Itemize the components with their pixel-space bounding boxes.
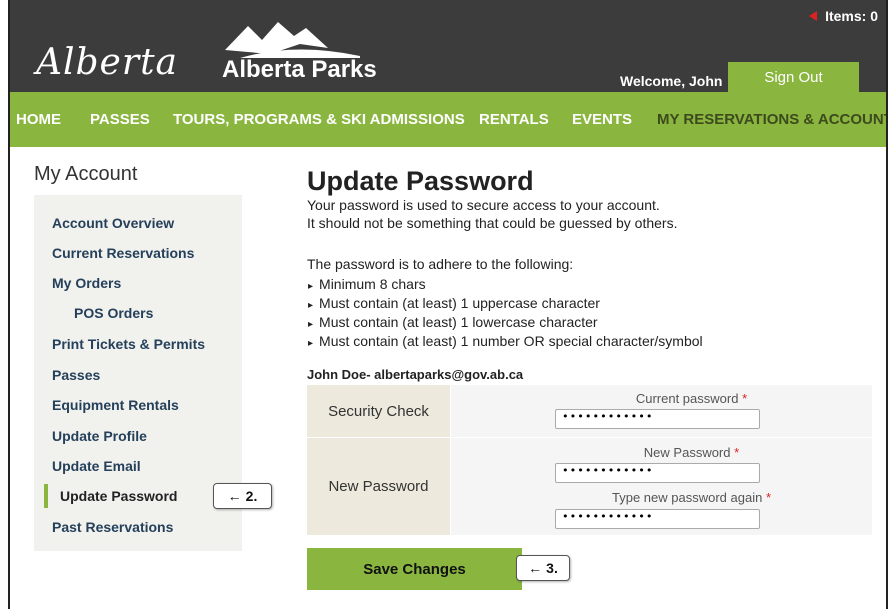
arrow-left-icon: ← bbox=[528, 560, 543, 576]
current-password-input[interactable]: •••••••••••• bbox=[555, 409, 760, 429]
step-3-label: 3. bbox=[546, 560, 558, 576]
alberta-logo[interactable]: Alberta bbox=[36, 42, 178, 83]
new-password-input[interactable]: •••••••••••• bbox=[555, 463, 760, 483]
step-2-label: 2. bbox=[245, 488, 258, 504]
nav-tours[interactable]: TOURS, PROGRAMS & SKI ADMISSIONS bbox=[173, 111, 465, 128]
sidebar-item-update-password[interactable]: Update Password bbox=[60, 488, 177, 504]
sidebar-item-account-overview[interactable]: Account Overview bbox=[52, 215, 174, 231]
nav-my-reservations[interactable]: MY RESERVATIONS & ACCOUNT bbox=[657, 111, 886, 128]
required-mark: * bbox=[742, 391, 748, 406]
save-changes-button[interactable]: Save Changes bbox=[307, 548, 522, 590]
rule-item: Must contain (at least) 1 number OR spec… bbox=[308, 333, 703, 349]
mountain-logo-icon bbox=[225, 22, 360, 58]
main-nav: HOME PASSES TOURS, PROGRAMS & SKI ADMISS… bbox=[10, 92, 886, 147]
sign-out-button[interactable]: Sign Out bbox=[728, 62, 859, 92]
sidebar-item-pos-orders[interactable]: POS Orders bbox=[74, 305, 153, 321]
sidebar-item-equipment-rentals[interactable]: Equipment Rentals bbox=[52, 397, 179, 413]
arrow-left-icon: ← bbox=[227, 488, 242, 504]
sidebar-item-my-orders[interactable]: My Orders bbox=[52, 275, 121, 291]
nav-events[interactable]: EVENTS bbox=[572, 111, 632, 128]
cart-items[interactable]: Items: 0 bbox=[809, 8, 878, 24]
rule-item: Must contain (at least) 1 lowercase char… bbox=[308, 314, 598, 330]
security-check-row: Security Check Current password * ••••••… bbox=[307, 385, 872, 437]
account-sidebar: Account Overview Current Reservations My… bbox=[34, 195, 242, 551]
welcome-text: Welcome, John bbox=[620, 73, 723, 89]
new-password-row: New Password New Password * ••••••••••••… bbox=[307, 438, 872, 535]
new-password-label: New Password * bbox=[451, 445, 872, 460]
browser-frame: Items: 0 Alberta Alberta Parks Welcome, … bbox=[8, 0, 888, 609]
new-password-label-text: New Password bbox=[643, 445, 731, 460]
step-3-callout: ← 3. bbox=[516, 555, 570, 581]
sidebar-item-current-reservations[interactable]: Current Reservations bbox=[52, 245, 194, 261]
account-owner: John Doe- albertaparks@gov.ab.ca bbox=[307, 367, 524, 382]
nav-home[interactable]: HOME bbox=[16, 111, 61, 128]
sidebar-item-past-reservations[interactable]: Past Reservations bbox=[52, 519, 173, 535]
confirm-password-input[interactable]: •••••••••••• bbox=[555, 509, 760, 529]
sidebar-item-update-email[interactable]: Update Email bbox=[52, 458, 141, 474]
confirm-password-label: Type new password again * bbox=[451, 490, 872, 505]
sidebar-item-print-tickets[interactable]: Print Tickets & Permits bbox=[52, 336, 205, 352]
intro-line-1: Your password is used to secure access t… bbox=[307, 197, 660, 213]
confirm-password-label-text: Type new password again bbox=[612, 490, 763, 505]
alberta-parks-logo-text[interactable]: Alberta Parks bbox=[222, 56, 377, 84]
required-mark: * bbox=[734, 445, 740, 460]
security-check-label: Security Check bbox=[307, 385, 450, 437]
sidebar-item-passes[interactable]: Passes bbox=[52, 367, 100, 383]
active-indicator bbox=[44, 484, 48, 508]
nav-rentals[interactable]: RENTALS bbox=[479, 111, 549, 128]
security-check-fields: Current password * •••••••••••• bbox=[451, 385, 872, 437]
step-2-callout: ← 2. bbox=[213, 483, 272, 509]
page-title: Update Password bbox=[307, 166, 534, 196]
intro-line-2: It should not be something that could be… bbox=[307, 215, 678, 231]
password-form: Security Check Current password * ••••••… bbox=[307, 385, 872, 535]
flag-icon bbox=[809, 11, 818, 21]
site-header: Items: 0 Alberta Alberta Parks Welcome, … bbox=[10, 0, 886, 92]
required-mark: * bbox=[765, 490, 771, 505]
sidebar-item-update-profile[interactable]: Update Profile bbox=[52, 428, 147, 444]
new-password-fields: New Password * •••••••••••• Type new pas… bbox=[451, 438, 872, 535]
rule-item: Must contain (at least) 1 uppercase char… bbox=[308, 295, 600, 311]
rule-item: Minimum 8 chars bbox=[308, 276, 426, 292]
current-password-label-text: Current password bbox=[635, 391, 739, 406]
new-password-section-label: New Password bbox=[307, 438, 450, 535]
sidebar-title: My Account bbox=[34, 163, 138, 185]
current-password-label: Current password * bbox=[451, 391, 872, 406]
rules-heading: The password is to adhere to the followi… bbox=[307, 256, 574, 272]
cart-items-label: Items: 0 bbox=[825, 8, 878, 24]
nav-passes[interactable]: PASSES bbox=[90, 111, 150, 128]
